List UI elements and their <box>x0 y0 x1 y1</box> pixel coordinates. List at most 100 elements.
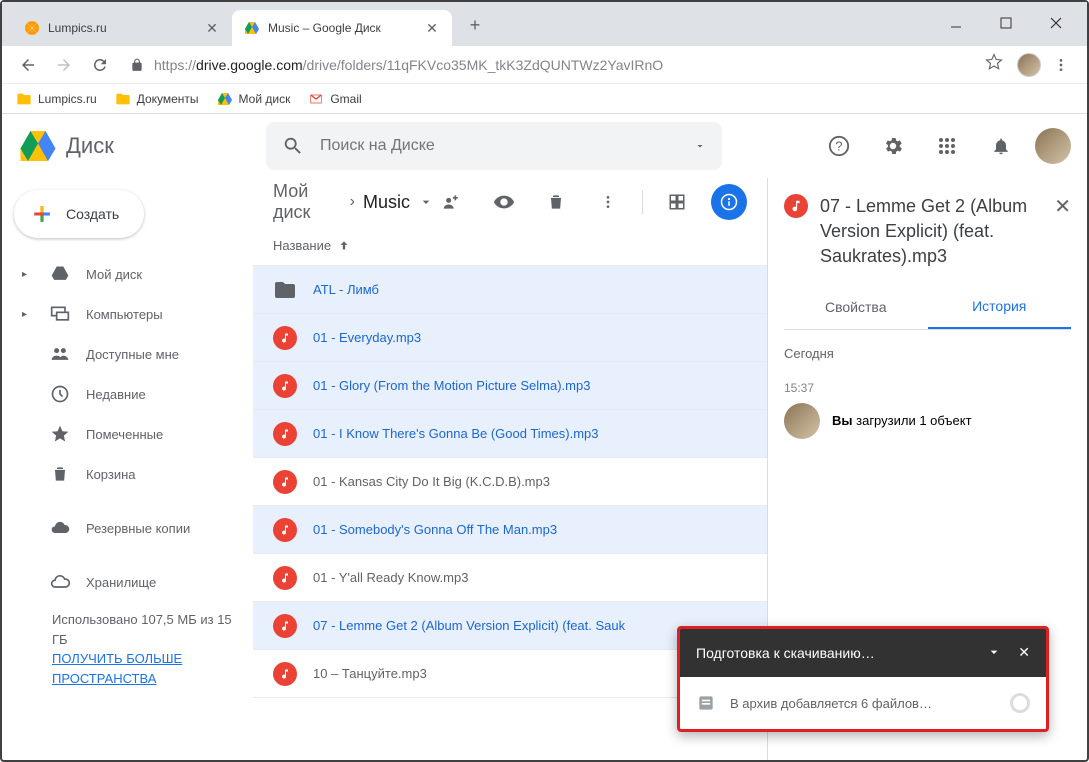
info-button[interactable] <box>711 184 747 220</box>
file-row[interactable]: 01 - Everyday.mp3 <box>253 314 767 362</box>
search-input[interactable] <box>320 137 678 155</box>
star-icon <box>50 424 70 444</box>
drive-logo-icon <box>18 126 58 166</box>
browser-tab-1[interactable]: Music – Google Диск ✕ <box>232 10 452 46</box>
file-name: 01 - Glory (From the Motion Picture Selm… <box>313 378 590 393</box>
history-section-label: Сегодня <box>784 346 1071 361</box>
sidebar-item-backups[interactable]: Резервные копии <box>2 508 252 548</box>
history-entry: Вы загрузили 1 объект <box>784 403 1071 439</box>
sidebar-item-trash[interactable]: Корзина <box>2 454 252 494</box>
folder-icon <box>115 91 131 107</box>
file-row[interactable]: 01 - I Know There's Gonna Be (Good Times… <box>253 410 767 458</box>
search-box[interactable] <box>266 122 722 170</box>
create-button[interactable]: Создать <box>14 190 144 238</box>
window-maximize[interactable] <box>993 13 1019 33</box>
tab-history[interactable]: История <box>928 286 1072 329</box>
nav-reload[interactable] <box>84 49 116 81</box>
bookmark-3[interactable]: Gmail <box>308 91 361 107</box>
file-row[interactable]: 01 - Somebody's Gonna Off The Man.mp3 <box>253 506 767 554</box>
music-icon <box>273 518 297 542</box>
bookmarks-bar: Lumpics.ru Документы Мой диск Gmail <box>2 84 1087 114</box>
toast-body-text: В архив добавляется 6 файлов… <box>730 696 932 711</box>
delete-button[interactable] <box>538 184 574 220</box>
gmail-icon <box>308 91 324 107</box>
music-icon <box>273 662 297 686</box>
bookmark-2[interactable]: Мой диск <box>217 91 291 107</box>
history-time: 15:37 <box>784 381 1071 395</box>
url-text: https://drive.google.com/drive/folders/1… <box>154 57 663 73</box>
close-details-button[interactable]: ✕ <box>1054 194 1071 219</box>
bookmark-0[interactable]: Lumpics.ru <box>16 91 97 107</box>
app-header: Диск ? <box>2 114 1087 178</box>
help-button[interactable]: ? <box>819 126 859 166</box>
file-name: 01 - Somebody's Gonna Off The Man.mp3 <box>313 522 557 537</box>
more-button[interactable] <box>590 184 626 220</box>
sidebar-item-recent[interactable]: Недавние <box>2 374 252 414</box>
sidebar: Создать ▸Мой диск ▸Компьютеры Доступные … <box>2 178 252 760</box>
tab-close-0[interactable]: ✕ <box>204 20 220 36</box>
chevron-right-icon: › <box>350 193 355 211</box>
tab-properties[interactable]: Свойства <box>784 286 928 329</box>
music-icon <box>273 566 297 590</box>
people-icon <box>50 344 70 364</box>
sidebar-item-storage[interactable]: Хранилище <box>2 562 252 602</box>
sidebar-item-mydrive[interactable]: ▸Мой диск <box>2 254 252 294</box>
share-button[interactable] <box>434 184 470 220</box>
sidebar-item-shared[interactable]: Доступные мне <box>2 334 252 374</box>
nav-back[interactable] <box>12 49 44 81</box>
address-bar-row: https://drive.google.com/drive/folders/1… <box>2 46 1087 84</box>
apps-button[interactable] <box>927 126 967 166</box>
dropdown-icon <box>418 194 434 210</box>
archive-icon <box>696 693 716 713</box>
nav-forward <box>48 49 80 81</box>
settings-button[interactable] <box>873 126 913 166</box>
browser-menu[interactable] <box>1045 49 1077 81</box>
music-icon <box>273 374 297 398</box>
grid-view-button[interactable] <box>659 184 695 220</box>
notifications-button[interactable] <box>981 126 1021 166</box>
file-name: 07 - Lemme Get 2 (Album Version Explicit… <box>313 618 625 633</box>
detail-title: 07 - Lemme Get 2 (Album Version Explicit… <box>820 194 1042 270</box>
file-row[interactable]: 01 - Glory (From the Motion Picture Selm… <box>253 362 767 410</box>
drive-icon <box>217 91 233 107</box>
file-row[interactable]: 01 - Kansas City Do It Big (K.C.D.B).mp3 <box>253 458 767 506</box>
music-icon <box>273 614 297 638</box>
file-name: 01 - Kansas City Do It Big (K.C.D.B).mp3 <box>313 474 550 489</box>
music-icon <box>273 326 297 350</box>
breadcrumb-root[interactable]: Мой диск <box>273 181 342 223</box>
trash-icon <box>50 464 70 484</box>
search-dropdown-icon[interactable] <box>694 140 706 152</box>
new-tab-button[interactable]: + <box>460 10 490 40</box>
svg-text:?: ? <box>835 139 842 154</box>
file-row[interactable]: 01 - Y'all Ready Know.mp3 <box>253 554 767 602</box>
tab-close-1[interactable]: ✕ <box>424 20 440 36</box>
music-icon <box>273 422 297 446</box>
file-name: 01 - I Know There's Gonna Be (Good Times… <box>313 426 599 441</box>
sidebar-item-computers[interactable]: ▸Компьютеры <box>2 294 252 334</box>
url-bar[interactable]: https://drive.google.com/drive/folders/1… <box>120 51 1013 79</box>
chevron-right-icon: ▸ <box>22 309 34 320</box>
sidebar-item-starred[interactable]: Помеченные <box>2 414 252 454</box>
browser-tab-0[interactable]: Lumpics.ru ✕ <box>12 10 232 46</box>
column-header[interactable]: Название <box>253 226 767 266</box>
breadcrumb-current[interactable]: Music <box>363 192 434 213</box>
bookmark-star-icon[interactable] <box>985 53 1003 76</box>
storage-upgrade-link[interactable]: ПОЛУЧИТЬ БОЛЬШЕ ПРОСТРАНСТВА <box>52 651 182 686</box>
bookmark-1[interactable]: Документы <box>115 91 199 107</box>
drive-logo[interactable]: Диск <box>18 126 250 166</box>
tab-title-1: Music – Google Диск <box>268 21 416 35</box>
browser-profile-avatar[interactable] <box>1017 53 1041 77</box>
user-avatar[interactable] <box>1035 128 1071 164</box>
file-row[interactable]: ATL - Лимб <box>253 266 767 314</box>
browser-titlebar: Lumpics.ru ✕ Music – Google Диск ✕ + <box>2 2 1087 46</box>
cloud-outline-icon <box>50 572 70 592</box>
window-close[interactable] <box>1043 13 1069 33</box>
app-name: Диск <box>66 133 114 159</box>
favicon-drive-icon <box>244 20 260 36</box>
window-minimize[interactable] <box>943 13 969 33</box>
toast-close-button[interactable]: ✕ <box>1018 644 1030 663</box>
tab-title-0: Lumpics.ru <box>48 21 196 35</box>
toast-collapse-button[interactable] <box>986 644 1002 663</box>
preview-button[interactable] <box>486 184 522 220</box>
music-icon <box>784 194 808 218</box>
